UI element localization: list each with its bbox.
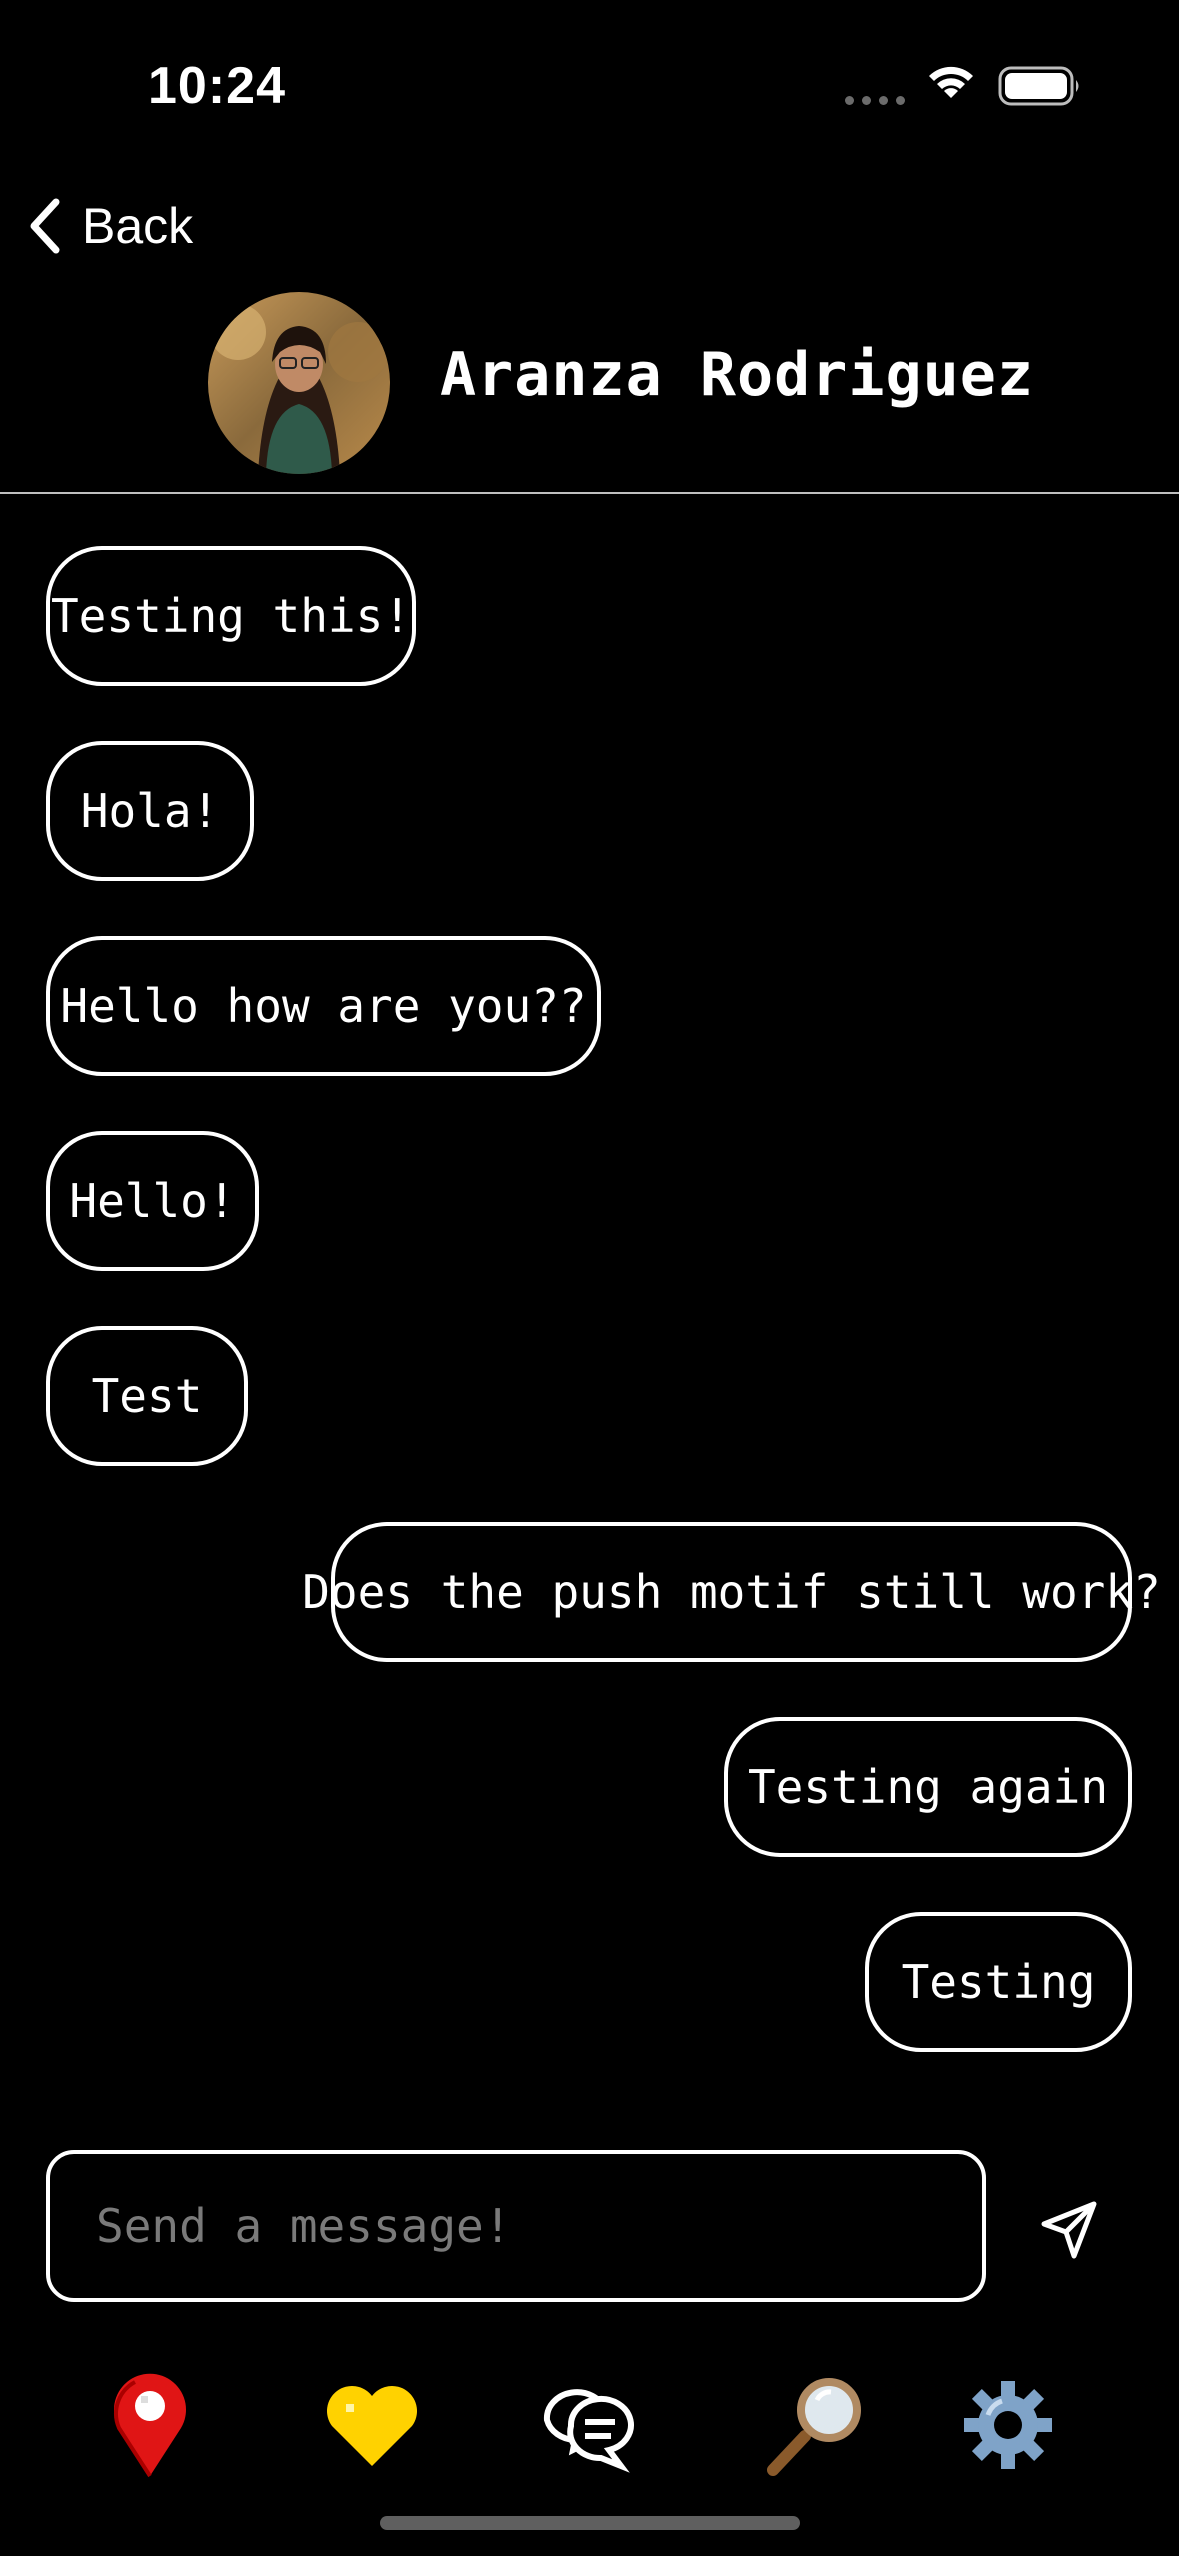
back-button[interactable]: Back — [24, 196, 193, 256]
avatar[interactable] — [208, 292, 390, 474]
tab-map[interactable] — [90, 2365, 210, 2485]
map-pin-icon — [114, 2373, 186, 2478]
magnifier-icon — [767, 2378, 861, 2476]
header-divider — [0, 492, 1179, 494]
message-bubble-sent: Does the push motif still work? — [302, 1522, 1161, 1662]
back-label: Back — [82, 198, 194, 254]
contact-name: Aranza Rodriguez — [440, 340, 1034, 410]
tab-messages[interactable] — [522, 2365, 642, 2485]
message-bubble-received: Hello! — [46, 1131, 259, 1271]
heart-icon — [327, 2386, 417, 2466]
message-input[interactable] — [94, 2198, 982, 2254]
message-bubble-received: Hello how are you?? — [46, 936, 601, 1076]
tab-favorites[interactable] — [312, 2365, 432, 2485]
gear-icon — [964, 2381, 1052, 2469]
message-bubble-received: Test — [46, 1326, 248, 1466]
message-bubble-sent: Testing — [865, 1912, 1132, 2052]
home-indicator — [380, 2516, 800, 2530]
wifi-icon — [929, 66, 973, 98]
chevron-left-icon — [30, 198, 60, 254]
tab-settings[interactable] — [948, 2365, 1068, 2485]
status-time: 10:24 — [148, 57, 286, 115]
send-button[interactable] — [1030, 2190, 1110, 2270]
message-bubble-sent: Testing again — [724, 1717, 1132, 1857]
tab-search[interactable] — [756, 2365, 876, 2485]
message-input-container[interactable] — [46, 2150, 986, 2302]
message-bubble-received: Hola! — [46, 741, 254, 881]
cellular-signal-icon — [845, 96, 905, 105]
send-icon — [1041, 2201, 1097, 2259]
chat-bubbles-icon — [543, 2389, 634, 2473]
battery-icon — [998, 66, 1079, 106]
message-bubble-received: Testing this! — [46, 546, 416, 686]
